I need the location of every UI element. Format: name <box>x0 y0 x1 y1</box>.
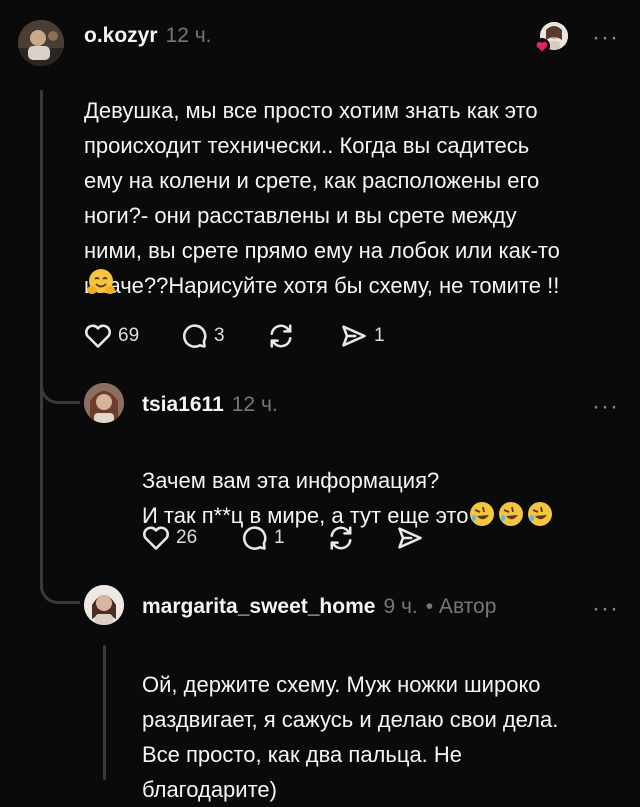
repost-icon <box>270 324 292 348</box>
reply2-more-icon[interactable]: ··· <box>592 595 619 623</box>
reply2-time: 9 ч. <box>383 595 418 618</box>
post-send-button[interactable]: 1 <box>340 323 385 349</box>
thread-line-main <box>40 90 43 590</box>
send-icon <box>398 527 422 549</box>
reply1-more-icon[interactable]: ··· <box>592 393 619 421</box>
comment-icon <box>242 526 267 550</box>
reply2-text: Ой, держите схему. Муж ножки широко разд… <box>142 672 559 802</box>
reply2-avatar[interactable] <box>84 585 124 625</box>
author-badge: • Автор <box>425 595 497 618</box>
thread-line-reply <box>103 645 106 780</box>
thread-branch-2 <box>40 560 80 604</box>
post-like-button[interactable]: 69 <box>84 323 180 349</box>
post-like-count: 69 <box>118 325 140 346</box>
reply1-comment-count: 1 <box>274 527 285 548</box>
post-more-icon[interactable]: ··· <box>592 24 619 52</box>
reply1-like-button[interactable]: 26 <box>142 525 240 551</box>
reply1-comment-button[interactable]: 1 <box>240 524 326 552</box>
avatar[interactable] <box>18 20 64 66</box>
reply1-repost-button[interactable] <box>326 524 396 552</box>
post-comment-button[interactable]: 3 <box>180 322 266 350</box>
reply1-like-count: 26 <box>176 527 198 548</box>
heart-badge-icon <box>534 38 550 54</box>
reply2-username[interactable]: margarita_sweet_home <box>142 595 375 619</box>
repost-icon <box>330 526 352 550</box>
reply1-time: 12 ч. <box>231 393 278 416</box>
post-time: 12 ч. <box>165 24 212 47</box>
post-text: Девушка, мы все просто хотим знать как э… <box>84 98 560 298</box>
post-comment-count: 3 <box>214 325 225 346</box>
comment-icon <box>182 324 207 348</box>
heart-icon <box>85 324 111 348</box>
heart-icon <box>143 526 169 550</box>
hug-emoji <box>86 268 116 301</box>
reply1-text: Зачем вам эта информация? И так п**ц в м… <box>142 428 622 537</box>
send-icon <box>342 325 366 347</box>
post-share-count: 1 <box>374 325 385 346</box>
rofl-emoji <box>469 501 553 537</box>
reply1-username[interactable]: tsia1611 <box>142 393 224 417</box>
reply1-avatar[interactable] <box>84 383 124 423</box>
reply1-send-button[interactable] <box>396 525 424 551</box>
thread-branch-1 <box>40 372 80 404</box>
post-repost-button[interactable] <box>266 322 340 350</box>
post-username[interactable]: o.kozyr <box>84 24 158 48</box>
